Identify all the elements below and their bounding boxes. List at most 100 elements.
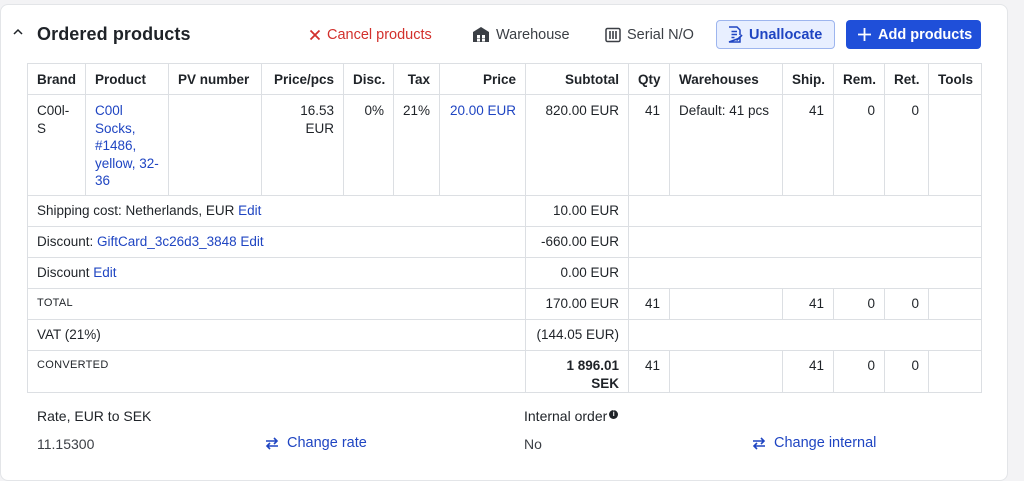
serial-number-label: Serial N/O <box>627 26 694 43</box>
info-icon[interactable]: i <box>609 410 619 419</box>
plus-icon <box>858 28 871 41</box>
shipping-edit-link[interactable]: Edit <box>238 203 261 218</box>
col-header-price-pcs[interactable]: Price/pcs <box>261 63 344 95</box>
internal-order-label: Internal order <box>524 408 608 424</box>
converted-rem: 0 <box>833 349 885 394</box>
product-price-link[interactable]: 20.00 EUR <box>439 94 526 196</box>
discount-amount: 0.00 EUR <box>525 257 629 289</box>
section-title: Ordered products <box>37 24 191 44</box>
converted-amount: 1 896.01 SEK <box>525 349 629 394</box>
ordered-products-panel: Ordered products Cancel products Warehou… <box>0 4 1008 481</box>
add-products-button[interactable]: Add products <box>846 20 981 49</box>
unallocate-label: Unallocate <box>749 26 823 43</box>
product-ret: 0 <box>884 94 929 196</box>
total-qty: 41 <box>628 288 670 320</box>
product-pv-number <box>168 94 262 196</box>
discount-empty <box>628 257 982 289</box>
ordered-products-table: Brand Product PV number Price/pcs Disc. … <box>27 63 982 394</box>
table-header-row: Brand Product PV number Price/pcs Disc. … <box>27 63 982 95</box>
col-header-price[interactable]: Price <box>439 63 526 95</box>
vat-amount: (144.05 EUR) <box>525 319 629 351</box>
product-link[interactable]: C00l Socks, #1486, yellow, 32-36 <box>85 94 169 196</box>
shipping-amount: 10.00 EUR <box>525 195 629 227</box>
col-header-disc[interactable]: Disc. <box>343 63 394 95</box>
col-header-warehouses[interactable]: Warehouses <box>669 63 783 95</box>
total-tools-empty <box>928 288 982 320</box>
giftcard-discount-edit-link[interactable]: Edit <box>240 234 263 249</box>
warehouse-button[interactable]: Warehouse <box>472 20 570 49</box>
product-tax: 21% <box>393 94 440 196</box>
converted-tools-empty <box>928 349 982 394</box>
vat-empty <box>628 319 982 351</box>
col-header-subtotal[interactable]: Subtotal <box>525 63 629 95</box>
warehouse-icon <box>473 27 489 42</box>
col-header-tools: Tools <box>928 63 982 95</box>
close-icon <box>309 29 321 40</box>
shipping-label: Shipping cost: Netherlands, EUR <box>37 203 235 218</box>
product-warehouses: Default: 41 pcs <box>669 94 783 196</box>
cancel-products-label: Cancel products <box>327 26 432 43</box>
col-header-pv-number[interactable]: PV number <box>168 63 262 95</box>
giftcard-code-link[interactable]: GiftCard_3c26d3_3848 <box>97 234 237 249</box>
converted-ship: 41 <box>782 349 834 394</box>
discount-edit-link[interactable]: Edit <box>93 265 116 280</box>
converted-qty: 41 <box>628 349 670 394</box>
giftcard-discount-empty <box>628 226 982 258</box>
product-subtotal: 820.00 EUR <box>525 94 629 196</box>
discount-row: Discount Edit 0.00 EUR <box>27 257 982 289</box>
converted-row: CONVERTED 1 896.01 SEK 41 41 0 0 <box>27 349 982 394</box>
barcode-icon <box>605 27 621 42</box>
swap-icon <box>752 436 766 450</box>
product-brand: C00l-S <box>27 94 86 196</box>
rate-value: 11.15300 <box>37 436 95 452</box>
shipping-row: Shipping cost: Netherlands, EUR Edit 10.… <box>27 195 982 227</box>
vat-label: VAT (21%) <box>27 319 526 351</box>
change-internal-button[interactable]: Change internal <box>751 435 876 451</box>
unallocate-button[interactable]: Unallocate <box>716 20 835 49</box>
product-row: C00l-S C00l Socks, #1486, yellow, 32-36 … <box>27 94 982 196</box>
change-internal-label: Change internal <box>774 435 877 451</box>
chevron-up-icon[interactable] <box>13 27 23 37</box>
vat-row: VAT (21%) (144.05 EUR) <box>27 319 982 351</box>
giftcard-discount-label: Discount: <box>37 234 94 249</box>
shipping-empty <box>628 195 982 227</box>
col-header-rem[interactable]: Rem. <box>833 63 885 95</box>
internal-order-value: No <box>524 436 542 452</box>
col-header-brand[interactable]: Brand <box>27 63 86 95</box>
giftcard-discount-row: Discount: GiftCard_3c26d3_3848 Edit -660… <box>27 226 982 258</box>
col-header-product[interactable]: Product <box>85 63 169 95</box>
converted-ret: 0 <box>884 349 929 394</box>
col-header-ret[interactable]: Ret. <box>884 63 929 95</box>
discount-label-cell: Discount Edit <box>27 257 526 289</box>
document-edit-icon <box>728 26 743 43</box>
product-qty: 41 <box>628 94 670 196</box>
total-row: TOTAL 170.00 EUR 41 41 0 0 <box>27 288 982 320</box>
total-amount: 170.00 EUR <box>525 288 629 320</box>
product-rem: 0 <box>833 94 885 196</box>
col-header-tax[interactable]: Tax <box>393 63 440 95</box>
converted-label: CONVERTED <box>27 349 526 394</box>
converted-warehouses-empty <box>669 349 783 394</box>
serial-number-button[interactable]: Serial N/O <box>605 20 694 49</box>
giftcard-discount-amount: -660.00 EUR <box>525 226 629 258</box>
rate-label: Rate, EUR to SEK <box>37 408 152 424</box>
total-warehouses-empty <box>669 288 783 320</box>
change-rate-button[interactable]: Change rate <box>264 435 367 451</box>
col-header-qty[interactable]: Qty <box>628 63 670 95</box>
total-ship: 41 <box>782 288 834 320</box>
total-ret: 0 <box>884 288 929 320</box>
product-disc[interactable]: 0% <box>343 94 394 196</box>
product-ship: 41 <box>782 94 834 196</box>
internal-order-label-wrap: Internal order i <box>524 408 619 424</box>
cancel-products-button[interactable]: Cancel products <box>309 20 432 49</box>
warehouse-label: Warehouse <box>496 26 570 43</box>
giftcard-discount-label-cell: Discount: GiftCard_3c26d3_3848 Edit <box>27 226 526 258</box>
change-rate-label: Change rate <box>287 435 367 451</box>
swap-icon <box>265 436 279 450</box>
shipping-label-cell: Shipping cost: Netherlands, EUR Edit <box>27 195 526 227</box>
product-tools <box>928 94 982 196</box>
total-rem: 0 <box>833 288 885 320</box>
col-header-ship[interactable]: Ship. <box>782 63 834 95</box>
product-price-pcs: 16.53 EUR <box>261 94 344 196</box>
total-label: TOTAL <box>27 288 526 320</box>
